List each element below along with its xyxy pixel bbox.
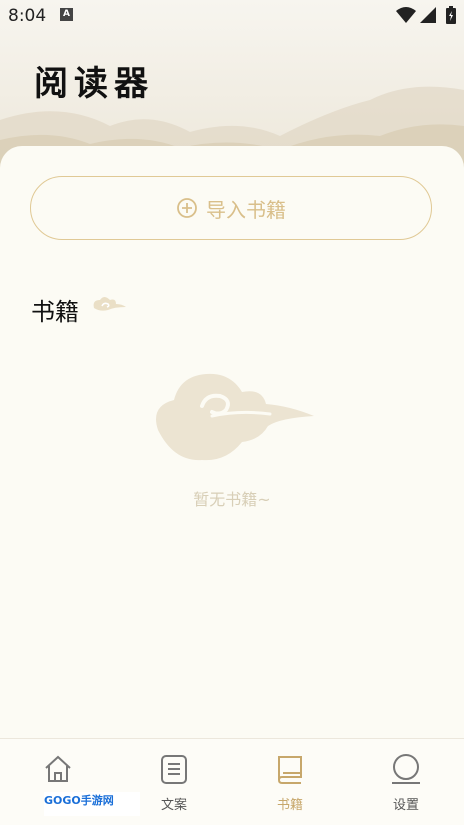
app-title: 阅读器 [34,64,154,104]
tab-label: 书籍 [276,798,303,813]
cloud-ornament-icon [93,297,126,311]
wifi-icon [396,7,416,23]
status-bar: 8:04 A [0,0,464,30]
watermark-text: GOGO手游网 [44,794,114,807]
notification-icon: A [60,8,73,21]
section-title: 书籍 [31,298,79,326]
book-icon [278,756,302,784]
empty-state-message: 暂无书籍~ [193,490,271,509]
tab-settings[interactable]: 设置 [356,739,456,825]
import-books-button[interactable]: 导入书籍 [30,176,432,240]
watermark-logo: GOGO手游网 [44,792,140,816]
tab-books[interactable]: 书籍 [240,739,340,825]
import-button-label: 导入书籍 [206,197,286,222]
tab-label: 设置 [392,798,419,813]
status-time: 8:04 [8,6,47,26]
add-circle-icon [177,198,197,218]
empty-cloud-icon [156,373,314,461]
home-icon [45,755,71,782]
signal-icon [420,7,436,23]
battery-icon [446,6,456,24]
settings-icon [392,754,420,784]
document-icon [161,755,187,784]
